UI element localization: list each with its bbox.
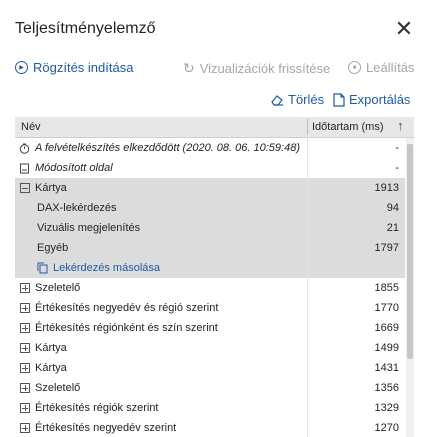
row-name: Módosított oldal	[35, 162, 113, 174]
expand-toggle-icon[interactable]	[20, 363, 30, 373]
row-name: Kártya	[35, 342, 67, 354]
vertical-scrollbar[interactable]	[406, 138, 414, 437]
row-name: Szeletelő	[35, 382, 81, 394]
pane-title: Teljesítményelemző	[15, 20, 156, 37]
row-name: Értékesítés régiónként és szín szerint	[35, 322, 218, 334]
column-divider	[307, 119, 308, 135]
row-name: Vizuális megjelenítés	[37, 222, 141, 234]
row-name: DAX-lekérdezés	[37, 202, 117, 214]
row-duration: -	[395, 142, 399, 154]
start-recording-button[interactable]: ▶ Rögzítés indítása	[15, 60, 133, 75]
expand-toggle-icon[interactable]	[20, 303, 30, 313]
table-row[interactable]: Kártya 1499	[15, 338, 405, 358]
stop-icon: ■	[348, 61, 361, 74]
expand-toggle-icon[interactable]	[20, 323, 30, 333]
row-duration: 1356	[374, 382, 399, 394]
expand-toggle-icon[interactable]	[20, 403, 30, 413]
table-row[interactable]: Szeletelő 1855	[15, 278, 405, 298]
row-name: Kártya	[35, 362, 67, 374]
row-name: Szeletelő	[35, 282, 81, 294]
row-duration: 1797	[374, 242, 399, 254]
expand-toggle-icon[interactable]	[20, 423, 30, 433]
stopwatch-icon	[19, 143, 30, 154]
top-edge-strip	[0, 0, 422, 5]
row-duration: -	[395, 162, 399, 174]
table-row[interactable]: Szeletelő 1356	[15, 378, 405, 398]
page-icon	[20, 163, 29, 173]
row-name: Értékesítés negyedév és régió szerint	[35, 302, 219, 314]
row-name: Értékesítés régiók szerint	[35, 402, 159, 414]
export-button[interactable]: Exportálás	[333, 92, 410, 107]
copy-icon	[37, 262, 48, 274]
column-divider	[307, 138, 308, 437]
refresh-icon: ↻	[183, 60, 195, 76]
copy-query-row: Lekérdezés másolása	[15, 258, 405, 278]
table-subrow[interactable]: Vizuális megjelenítés 21	[15, 218, 405, 238]
row-duration: 1270	[374, 422, 399, 434]
performance-table: Név Időtartam (ms) ↑ A felvételkészítés …	[15, 117, 414, 437]
table-row-expanded[interactable]: Kártya 1913	[15, 178, 405, 198]
sort-arrow-icon[interactable]: ↑	[397, 118, 404, 133]
record-icon: ▶	[15, 61, 28, 74]
scrollbar-thumb[interactable]	[407, 144, 413, 359]
row-duration: 1669	[374, 322, 399, 334]
table-row[interactable]: Módosított oldal -	[15, 158, 405, 178]
expand-toggle-icon[interactable]	[20, 343, 30, 353]
row-duration: 94	[386, 202, 399, 214]
clear-button[interactable]: Törlés	[270, 92, 324, 107]
table-row[interactable]: A felvételkészítés elkezdődött (2020. 08…	[15, 138, 405, 158]
refresh-visuals-button[interactable]: ↻ Vizualizációk frissítése	[183, 60, 330, 77]
start-recording-label: Rögzítés indítása	[33, 60, 134, 75]
collapse-toggle-icon[interactable]	[20, 183, 30, 193]
row-duration: 1770	[374, 302, 399, 314]
eraser-icon	[271, 94, 283, 106]
row-name: A felvételkészítés elkezdődött (2020. 08…	[35, 142, 300, 154]
row-duration: 1913	[374, 182, 399, 194]
column-header-name[interactable]: Név	[21, 121, 41, 133]
clear-label: Törlés	[288, 92, 325, 107]
stop-label: Leállítás	[366, 60, 415, 75]
expand-toggle-icon[interactable]	[20, 283, 30, 293]
table-row[interactable]: Értékesítés negyedév és régió szerint 17…	[15, 298, 405, 318]
table-subrow[interactable]: DAX-lekérdezés 94	[15, 198, 405, 218]
stop-button[interactable]: ■ Leállítás	[348, 60, 414, 75]
row-name: Kártya	[35, 182, 67, 194]
row-duration: 1855	[374, 282, 399, 294]
refresh-visuals-label: Vizualizációk frissítése	[199, 61, 331, 76]
table-row[interactable]: Értékesítés régiók szerint 1329	[15, 398, 405, 418]
toolbar: ▶ Rögzítés indítása ↻ Vizualizációk fris…	[15, 60, 422, 80]
table-row[interactable]: Kártya 1431	[15, 358, 405, 378]
export-icon	[333, 92, 345, 107]
copy-query-label: Lekérdezés másolása	[53, 262, 161, 274]
actions-row: Törlés Exportálás	[0, 92, 422, 110]
column-header-duration[interactable]: Időtartam (ms)	[312, 121, 384, 133]
row-duration: 21	[386, 222, 399, 234]
row-name: Értékesítés negyedév szerint	[35, 422, 177, 434]
row-name: Egyéb	[37, 242, 69, 254]
row-duration: 1329	[374, 402, 399, 414]
table-header: Név Időtartam (ms) ↑	[15, 117, 414, 138]
copy-query-link[interactable]: Lekérdezés másolása	[37, 262, 160, 274]
row-duration: 1431	[374, 362, 399, 374]
export-label: Exportálás	[349, 92, 411, 107]
table-row[interactable]: Értékesítés régiónként és szín szerint 1…	[15, 318, 405, 338]
table-row[interactable]: Értékesítés negyedév szerint 1270	[15, 418, 405, 437]
row-duration: 1499	[374, 342, 399, 354]
close-icon[interactable]: ✕	[394, 18, 414, 40]
expand-toggle-icon[interactable]	[20, 383, 30, 393]
table-subrow[interactable]: Egyéb 1797	[15, 238, 405, 258]
